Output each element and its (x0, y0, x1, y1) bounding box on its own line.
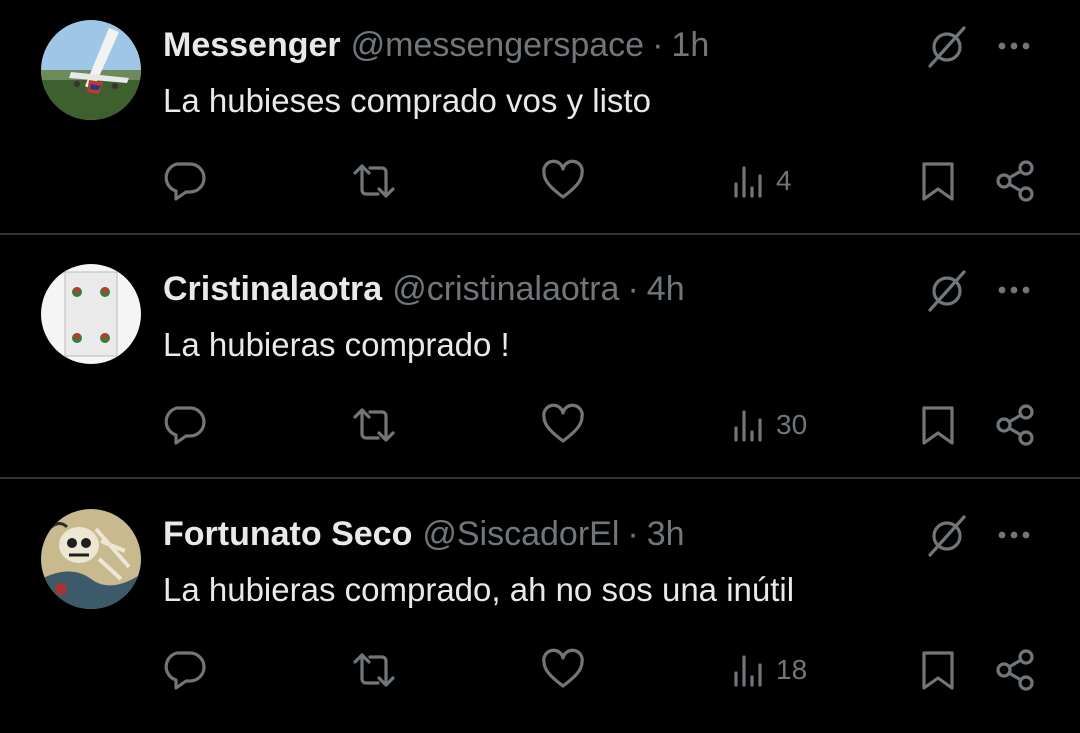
timestamp[interactable]: 4h (647, 270, 685, 308)
display-name[interactable]: Cristinalaotra (163, 270, 382, 308)
avatar-image (41, 509, 141, 609)
like-button[interactable] (540, 156, 586, 206)
views-icon (734, 655, 762, 687)
views-icon (734, 410, 762, 442)
like-button[interactable] (540, 645, 586, 695)
views-button[interactable]: 18 (730, 645, 807, 695)
grok-icon[interactable] (922, 266, 972, 316)
share-button[interactable] (994, 156, 1038, 206)
avatar-image (41, 264, 141, 364)
display-name[interactable]: Fortunato Seco (163, 515, 412, 553)
tweet-header: Cristinalaotra @cristinalaotra · 4h (163, 268, 685, 310)
tweet-header: Fortunato Seco @SiscadorEl · 3h (163, 513, 685, 555)
user-handle[interactable]: @cristinalaotra (392, 270, 619, 308)
share-button[interactable] (994, 400, 1038, 450)
retweet-icon (353, 408, 395, 442)
share-icon (996, 160, 1034, 202)
share-button[interactable] (994, 645, 1038, 695)
reply-button[interactable] (162, 156, 208, 206)
views-button[interactable]: 30 (730, 400, 807, 450)
display-name[interactable]: Messenger (163, 26, 341, 64)
retweet-icon (353, 164, 395, 198)
separator: · (652, 26, 664, 64)
tweet[interactable]: Fortunato Seco @SiscadorEl · 3h La hubieras… (0, 489, 1080, 733)
bookmark-icon (922, 406, 954, 445)
retweet-button[interactable] (350, 645, 398, 695)
tweet[interactable]: Cristinalaotra @cristinalaotra · 4h La hubi… (0, 244, 1080, 488)
tweet-header: Messenger @messengerspace · 1h (163, 24, 709, 66)
tweet[interactable]: Messenger @messengerspace · 1h La hubieses … (0, 0, 1080, 244)
timestamp[interactable]: 3h (647, 515, 685, 553)
tweet-text: La hubieras comprado ! (163, 326, 510, 363)
like-button[interactable] (540, 400, 586, 450)
avatar-image (41, 20, 141, 120)
avatar[interactable] (41, 509, 141, 609)
avatar[interactable] (41, 20, 141, 120)
timestamp[interactable]: 1h (671, 26, 709, 64)
share-icon (996, 404, 1034, 446)
user-handle[interactable]: @messengerspace (351, 26, 644, 64)
reply-icon (164, 406, 206, 445)
more-icon[interactable] (994, 28, 1034, 64)
reply-feed: Messenger @messengerspace · 1h La hubieses … (0, 0, 1080, 714)
grok-icon[interactable] (922, 22, 972, 72)
tweet-text: La hubieras comprado, ah no sos una inút… (163, 571, 795, 608)
reply-icon (164, 162, 206, 201)
more-icon[interactable] (994, 517, 1034, 553)
tweet-text: La hubieses comprado vos y listo (163, 82, 651, 119)
separator: · (627, 270, 639, 308)
bookmark-button[interactable] (918, 400, 958, 450)
user-handle[interactable]: @SiscadorEl (422, 515, 619, 553)
views-count: 4 (776, 165, 792, 196)
bookmark-button[interactable] (918, 156, 958, 206)
retweet-icon (353, 653, 395, 687)
retweet-button[interactable] (350, 156, 398, 206)
retweet-button[interactable] (350, 400, 398, 450)
share-icon (996, 649, 1034, 691)
more-icon[interactable] (994, 272, 1034, 308)
divider (0, 477, 1080, 479)
views-icon (734, 166, 762, 198)
bookmark-button[interactable] (918, 645, 958, 695)
separator: · (627, 515, 639, 553)
bookmark-icon (922, 162, 954, 201)
avatar[interactable] (41, 264, 141, 364)
reply-button[interactable] (162, 645, 208, 695)
views-count: 30 (776, 409, 808, 440)
views-button[interactable]: 4 (730, 156, 792, 206)
reply-button[interactable] (162, 400, 208, 450)
like-icon (542, 403, 584, 443)
like-icon (542, 648, 584, 688)
bookmark-icon (922, 651, 954, 690)
like-icon (542, 159, 584, 199)
grok-icon[interactable] (922, 511, 972, 561)
reply-icon (164, 651, 206, 690)
views-count: 18 (776, 654, 808, 685)
divider (0, 233, 1080, 235)
